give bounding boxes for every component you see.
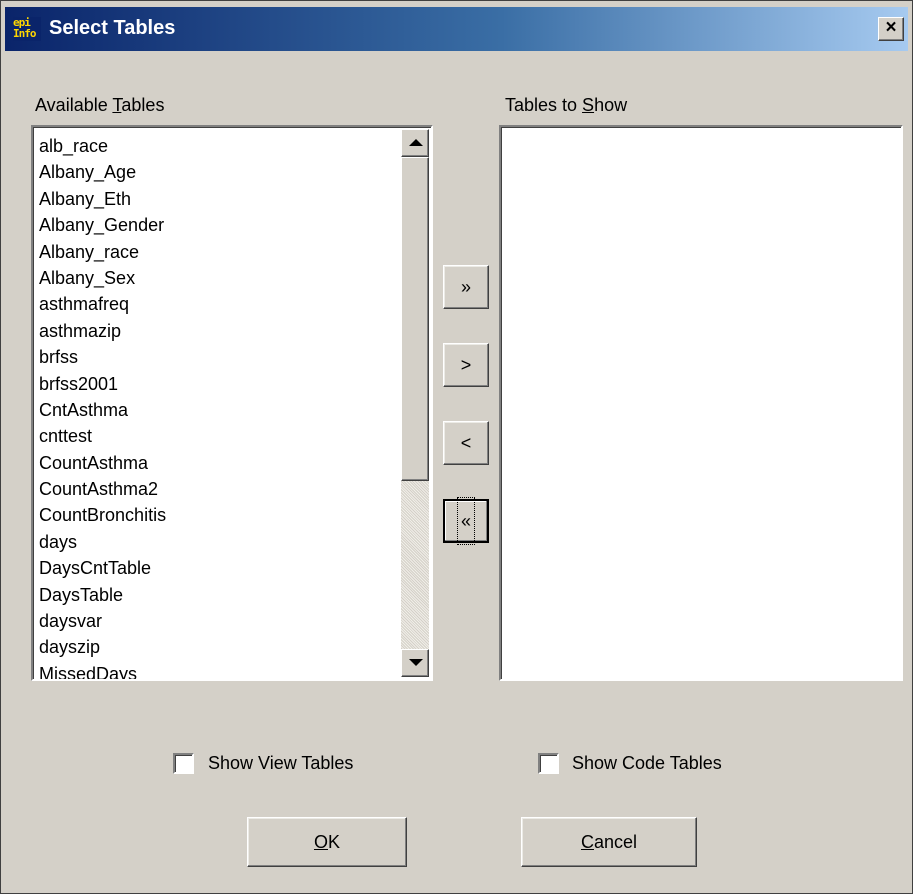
list-item[interactable]: Albany_Eth	[39, 186, 166, 212]
list-item[interactable]: Albany_Gender	[39, 212, 166, 238]
list-item[interactable]: Albany_race	[39, 239, 166, 265]
list-item[interactable]: DaysTable	[39, 582, 166, 608]
list-item[interactable]: asthmafreq	[39, 291, 166, 317]
remove-label: <	[460, 433, 472, 453]
list-item[interactable]: alb_race	[39, 133, 166, 159]
show-code-tables-checkbox[interactable]	[538, 753, 559, 774]
list-item[interactable]: dayszip	[39, 634, 166, 660]
icon-line-info: Info	[13, 27, 37, 40]
window-title: Select Tables	[49, 17, 176, 39]
select-tables-dialog: epi Info Select Tables × Available Table…	[0, 0, 913, 894]
remove-all-label: «	[456, 497, 476, 545]
show-view-tables-checkbox[interactable]	[173, 753, 194, 774]
title-bar[interactable]: epi Info Select Tables ×	[5, 7, 908, 51]
add-all-label: »	[460, 277, 471, 297]
list-item[interactable]: brfss	[39, 344, 166, 370]
list-item[interactable]: cnttest	[39, 423, 166, 449]
add-button[interactable]: >	[443, 343, 489, 387]
list-item[interactable]: asthmazip	[39, 318, 166, 344]
available-tables-label: Available Tables	[35, 95, 164, 115]
available-tables-items: alb_race Albany_Age Albany_Eth Albany_Gende…	[39, 133, 166, 679]
list-item[interactable]: brfss2001	[39, 371, 166, 397]
list-item[interactable]: Albany_Sex	[39, 265, 166, 291]
available-tables-list[interactable]: alb_race Albany_Age Albany_Eth Albany_Gende…	[31, 125, 433, 681]
list-item[interactable]: days	[39, 529, 166, 555]
ok-label: OK	[313, 832, 341, 852]
list-item[interactable]: DaysCntTable	[39, 555, 166, 581]
list-item[interactable]: CountAsthma	[39, 450, 166, 476]
tables-to-show-label: Tables to Show	[505, 95, 627, 115]
ok-button[interactable]: OK	[247, 817, 407, 867]
arrow-up-icon	[409, 139, 423, 146]
epi-info-app-icon: epi Info	[13, 17, 41, 41]
scroll-up-button[interactable]	[401, 129, 429, 157]
add-all-button[interactable]: »	[443, 265, 489, 309]
close-icon: ×	[885, 17, 897, 38]
scroll-down-button[interactable]	[401, 649, 429, 677]
list-item[interactable]: CntAsthma	[39, 397, 166, 423]
available-tables-scrollbar[interactable]	[401, 129, 429, 677]
arrow-down-icon	[409, 659, 423, 666]
list-item[interactable]: CountBronchitis	[39, 502, 166, 528]
close-button[interactable]: ×	[878, 17, 904, 41]
show-code-tables-label[interactable]: Show Code Tables	[572, 753, 722, 773]
tables-to-show-list[interactable]	[499, 125, 903, 681]
remove-all-button[interactable]: «	[443, 497, 489, 545]
available-tables-label-text: Available Tables	[35, 95, 165, 115]
list-item[interactable]: daysvar	[39, 608, 166, 634]
cancel-button[interactable]: Cancel	[521, 817, 697, 867]
list-item[interactable]: Albany_Age	[39, 159, 166, 185]
show-view-tables-label[interactable]: Show View Tables	[208, 753, 353, 773]
list-item[interactable]: MissedDays	[39, 661, 166, 679]
add-label: >	[460, 355, 472, 375]
cancel-label: Cancel	[580, 832, 638, 852]
scroll-thumb[interactable]	[401, 157, 429, 481]
list-item[interactable]: CountAsthma2	[39, 476, 166, 502]
tables-to-show-label-text: Tables to Show	[505, 95, 628, 115]
remove-button[interactable]: <	[443, 421, 489, 465]
